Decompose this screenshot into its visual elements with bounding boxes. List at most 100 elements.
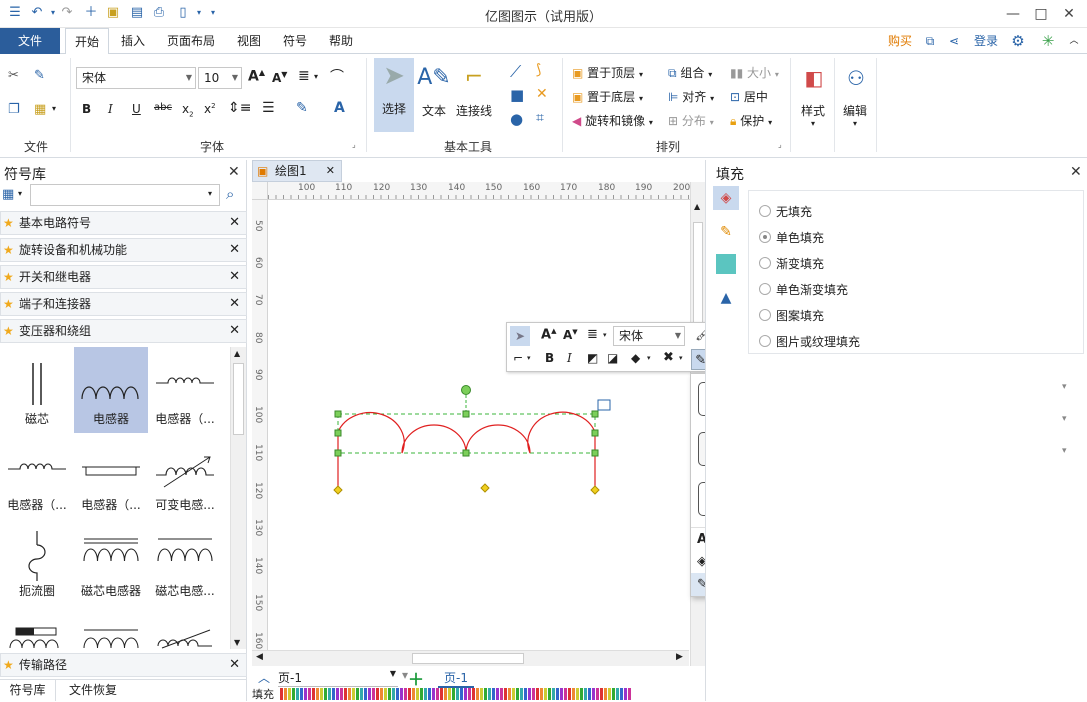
shadow-icon[interactable]: ◩	[587, 351, 598, 365]
rotate-handle[interactable]	[461, 385, 471, 395]
italic-icon[interactable]: I	[108, 102, 113, 116]
align-dropdown-icon[interactable]: ▾	[603, 331, 607, 339]
fill-option-picture[interactable]: 图片或纹理填充	[759, 333, 860, 350]
resize-handle[interactable]	[334, 429, 342, 437]
text-tool-button[interactable]: A✎ 文本	[416, 60, 452, 119]
ellipse-tool-icon[interactable]: ●	[510, 110, 523, 128]
subscript-icon[interactable]: x2	[182, 102, 194, 118]
tab-symbol-library[interactable]: 符号库	[0, 680, 56, 701]
grow-font-icon[interactable]: A▲	[541, 327, 556, 342]
pointer-icon[interactable]: ➤	[510, 326, 530, 346]
library-search-input[interactable]	[30, 184, 220, 206]
bring-to-front-button[interactable]: ▣ 置于顶层 ▾	[572, 64, 643, 81]
scroll-down-icon[interactable]: ▼	[234, 638, 240, 647]
symbol-core-inductor-2[interactable]: 磁芯电感...	[148, 519, 222, 605]
intersect-tool-icon[interactable]: ✕	[536, 86, 548, 102]
fill-option-mono-gradient[interactable]: 单色渐变填充	[759, 281, 848, 298]
close-window-icon[interactable]: ✕	[1056, 2, 1082, 26]
brush-icon[interactable]: ✎	[34, 68, 45, 83]
superscript-icon[interactable]: x2	[204, 102, 216, 116]
symbol-choke[interactable]: 扼流圈	[0, 519, 74, 605]
document-tab[interactable]: ▣ 绘图1 ✕	[252, 160, 342, 182]
minimize-icon[interactable]: —	[1000, 2, 1026, 26]
tools-dropdown-icon[interactable]: ▾	[679, 354, 683, 362]
buy-link[interactable]: 购买	[882, 28, 918, 54]
scroll-right-icon[interactable]: ▶	[676, 652, 683, 662]
library-menu-dropdown-icon[interactable]: ▾	[18, 189, 22, 198]
arrange-dialog-launcher-icon[interactable]: ⌟	[778, 140, 782, 149]
font-name-combo[interactable]: 宋体 ▼	[76, 67, 196, 89]
maximize-icon[interactable]: □	[1028, 2, 1054, 26]
rectangle-tool-icon[interactable]: ■	[510, 86, 524, 104]
symbol-inductor[interactable]: 电感器	[74, 347, 148, 433]
edit-button[interactable]: ⚇ 编辑 ▾	[838, 60, 872, 128]
library-category-1[interactable]: ★ 旋转设备和机械功能 ✕	[0, 238, 247, 262]
tab-symbol[interactable]: 符号	[274, 28, 316, 54]
library-grid-icon[interactable]: ▦	[2, 187, 14, 202]
connection-point[interactable]	[333, 485, 343, 495]
scroll-left-icon[interactable]: ◀	[256, 652, 263, 662]
close-category-icon[interactable]: ✕	[229, 654, 240, 676]
format-painter-icon[interactable]: ✂	[8, 68, 19, 83]
group-button[interactable]: ⧉ 组合 ▾	[668, 64, 712, 81]
symbol-variable-inductor[interactable]: 可变电感...	[148, 433, 222, 519]
inductor-shape-selection[interactable]	[268, 200, 690, 650]
tab-home[interactable]: 开始	[65, 28, 109, 55]
library-category-transmission[interactable]: ★ 传输路径 ✕	[0, 653, 247, 677]
close-fill-panel-icon[interactable]: ✕	[1070, 164, 1082, 180]
paste-icon[interactable]: ▦	[34, 102, 46, 117]
arc-tool-icon[interactable]: ⟆	[536, 62, 541, 78]
share-icon[interactable]: ⋖	[944, 28, 964, 54]
bullet-list-icon[interactable]: ☰	[262, 100, 275, 116]
image-tab-icon[interactable]: ▲	[713, 286, 739, 310]
tab-page-layout[interactable]: 页面布局	[160, 28, 222, 54]
layer-icon[interactable]: ◪	[607, 351, 618, 365]
resize-handle[interactable]	[462, 410, 470, 418]
float-font-name-combo[interactable]: 宋体 ▼	[613, 326, 685, 346]
color-swatches[interactable]	[280, 688, 632, 700]
symbol-inductor-4[interactable]: 电感器（...	[74, 433, 148, 519]
resize-handle[interactable]	[462, 449, 470, 457]
connector-icon[interactable]: ⌐	[513, 351, 523, 365]
symbol-inductor-3[interactable]: 电感器（...	[0, 433, 74, 519]
add-page-icon[interactable]: ＋	[408, 666, 424, 690]
shape-action-icon[interactable]	[597, 399, 611, 411]
symbol-partial-1[interactable]	[8, 626, 66, 650]
library-category-4[interactable]: ★ 变压器和绕组 ✕	[0, 319, 247, 343]
symbol-inductor-2[interactable]: 电感器（...	[148, 347, 222, 433]
page-tab[interactable]: 页-1	[438, 669, 474, 688]
share-screen-icon[interactable]: ⧉	[920, 28, 940, 54]
align-button[interactable]: ⊫ 对齐 ▾	[668, 88, 714, 105]
resize-handle[interactable]	[591, 410, 599, 418]
symbol-magnetic-core[interactable]: 磁芯	[0, 347, 74, 433]
select-tool-button[interactable]: ➤ 选择	[374, 58, 414, 132]
align-text-icon[interactable]: ≣	[298, 68, 310, 84]
fill-option-none[interactable]: 无填充	[759, 203, 812, 220]
scroll-up-icon[interactable]: ▲	[234, 349, 240, 358]
login-link[interactable]: 登录	[968, 28, 1004, 54]
settings-gear-icon[interactable]: ⚙	[1006, 28, 1030, 54]
library-scrollbar[interactable]: ▲ ▼	[230, 347, 246, 649]
search-dropdown-icon[interactable]: ▾	[208, 189, 212, 198]
paste-dropdown-icon[interactable]: ▾	[52, 104, 56, 113]
library-category-3[interactable]: ★ 端子和连接器 ✕	[0, 292, 247, 316]
line-spacing-icon[interactable]: ⇕≡	[228, 100, 251, 116]
style-button[interactable]: ◧ 样式 ▾	[796, 60, 830, 128]
fill-dropdown-icon[interactable]: ▾	[647, 354, 651, 362]
symbol-core-inductor[interactable]: 磁芯电感器	[74, 519, 148, 605]
text-highlight-icon[interactable]: ✎	[296, 100, 308, 116]
grow-font-icon[interactable]: A▲	[248, 68, 265, 85]
plugin-icon[interactable]: ✳	[1038, 28, 1058, 54]
scroll-up-icon[interactable]: ▲	[694, 202, 700, 211]
resize-handle[interactable]	[591, 449, 599, 457]
align-text-icon[interactable]: ≣	[587, 327, 598, 342]
strikethrough-icon[interactable]: abc	[154, 102, 172, 113]
library-category-0[interactable]: ★ 基本电路符号 ✕	[0, 211, 247, 235]
shrink-font-icon[interactable]: A▼	[563, 328, 578, 342]
tab-file[interactable]: 文件	[0, 28, 60, 54]
horizontal-scrollbar-thumb[interactable]	[412, 653, 524, 664]
bold-icon[interactable]: B	[82, 102, 91, 116]
connection-point[interactable]	[590, 485, 600, 495]
connector-tool-button[interactable]: ⌐ 连接线	[454, 60, 494, 119]
close-category-icon[interactable]: ✕	[229, 266, 240, 288]
